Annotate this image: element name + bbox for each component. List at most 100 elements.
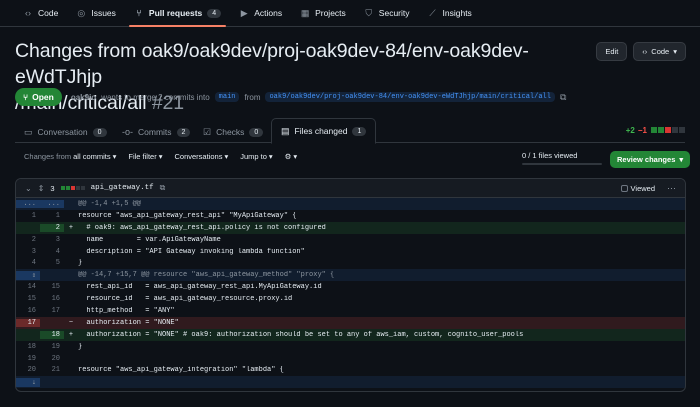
play-icon: ▶ [240, 7, 248, 18]
diff-line-row: 14 15 rest_api_id = aws_api_gateway_rest_… [16, 281, 685, 293]
diff-line-row: 18 19} [16, 341, 685, 353]
old-line-number[interactable]: 4 [16, 259, 40, 267]
changes-count: 3 [50, 183, 55, 193]
copy-icon[interactable]: ⧉ [560, 92, 566, 103]
header-actions: Edit ‹› Code ▾ [596, 42, 686, 61]
diff-toolbar: Changes from all commits ▾ File filter ▾ C… [24, 152, 297, 161]
chevron-down-icon: ▾ [158, 152, 163, 161]
code-line: } [78, 259, 83, 268]
viewed-checkbox[interactable]: Viewed [620, 184, 655, 193]
nav-insights[interactable]: ⟋ Insights [419, 0, 481, 26]
code-line: description = "API Gateway invoking lamb… [78, 247, 305, 256]
new-line-number[interactable]: 21 [40, 366, 64, 374]
old-line-number[interactable]: 1 [16, 212, 40, 220]
nav-issues[interactable]: ◎ Issues [67, 0, 125, 26]
shield-icon: ⛉ [365, 7, 373, 18]
new-line-number[interactable]: 20 [40, 355, 64, 363]
diffstat-bars [650, 126, 685, 135]
new-line-number[interactable]: 15 [40, 283, 64, 291]
old-line-number[interactable]: 18 [16, 343, 40, 351]
old-line-number[interactable]: 16 [16, 307, 40, 315]
diff-line-row: 23 name = var.ApiGatewayName [16, 234, 685, 246]
diff-lines: ...... @@ -1,4 +1,5 @@ 1 1 resource "aws_api… [16, 198, 685, 389]
file-diffstat-bars [60, 186, 85, 190]
new-line-number[interactable]: 4 [40, 248, 64, 256]
new-line-number[interactable]: 18 [40, 330, 64, 339]
new-line-number[interactable]: 5 [40, 259, 64, 267]
issue-icon: ◎ [77, 7, 86, 18]
nav-actions[interactable]: ▶ Actions [230, 0, 291, 26]
changes-from-dropdown[interactable]: Changes from all commits ▾ [24, 152, 116, 161]
author-link[interactable]: oak9io [71, 93, 96, 102]
diff-line-row: 19 20 [16, 353, 685, 365]
new-line-number[interactable]: ... [40, 199, 64, 208]
review-changes-button[interactable]: Review changes ▾ [610, 151, 691, 168]
code-line: # oak9: aws_api_gateway_rest_api.policy … [78, 223, 326, 232]
nav-pull-requests[interactable]: ⑂ Pull requests 4 [125, 0, 230, 27]
conversations-dropdown[interactable]: Conversations ▾ [175, 152, 229, 161]
code-line: name = var.ApiGatewayName [78, 235, 221, 244]
old-line-number[interactable]: 17 [16, 318, 40, 327]
new-line-number[interactable]: 1 [40, 212, 64, 220]
code-line: @@ -14,7 +15,7 @@ resource "aws_api_gate… [78, 271, 335, 280]
nav-security[interactable]: ⛉ Security [355, 0, 419, 26]
tab-commits[interactable]: -o- Commits 2 [113, 120, 199, 144]
copy-icon[interactable]: ⧉ [160, 183, 166, 193]
code-line: @@ -1,4 +1,5 @@ [78, 199, 142, 208]
settings-dropdown[interactable]: ⚙ ▾ [285, 152, 298, 161]
edit-button[interactable]: Edit [596, 42, 628, 61]
kebab-menu-icon[interactable]: ⋯ [667, 183, 676, 194]
new-line-number[interactable]: 16 [40, 295, 64, 303]
file-diff-icon: ▤ [281, 125, 290, 136]
old-line-number[interactable]: 3 [16, 248, 40, 256]
code-line: resource "aws_api_gateway_rest_api" "MyA… [78, 211, 297, 220]
tab-conversation[interactable]: ▭ Conversation 0 [15, 120, 116, 144]
code-dropdown-button[interactable]: ‹› Code ▾ [633, 42, 686, 61]
hunk-header-row[interactable]: ⇣ [16, 376, 685, 389]
base-branch[interactable]: main [214, 92, 240, 102]
chevron-down-icon: ▾ [679, 155, 684, 164]
old-line-number[interactable]: 15 [16, 295, 40, 303]
file-name[interactable]: api_gateway.tf [91, 184, 154, 192]
new-line-number[interactable]: 3 [40, 236, 64, 244]
expand-icon[interactable]: ... [16, 199, 40, 208]
file-header: ⌄ ⇕ 3 api_gateway.tf ⧉ Viewed ⋯ [16, 179, 685, 198]
tab-files-changed[interactable]: ▤ Files changed 1 [271, 118, 377, 144]
nav-projects[interactable]: ▦ Projects [291, 0, 355, 26]
old-line-number[interactable]: 14 [16, 283, 40, 291]
jump-to-dropdown[interactable]: Jump to ▾ [240, 152, 272, 161]
old-line-number[interactable]: 20 [16, 366, 40, 374]
diff-sign: + [68, 223, 74, 232]
chevron-down-icon: ▾ [673, 47, 677, 56]
new-line-number[interactable]: 17 [40, 307, 64, 315]
table-icon: ▦ [300, 7, 310, 18]
code-line: } [78, 342, 83, 351]
chevron-down-icon: ▾ [224, 152, 229, 161]
chevron-down-icon[interactable]: ⌄ [25, 184, 32, 193]
expand-all-icon[interactable]: ⇕ [38, 184, 45, 193]
new-line-number[interactable]: 19 [40, 343, 64, 351]
diff-line-row: 2 + # oak9: aws_api_gateway_rest_api.poli… [16, 221, 685, 234]
expand-icon[interactable]: ⇕ [16, 270, 40, 280]
hunk-header-row[interactable]: ...... @@ -1,4 +1,5 @@ [16, 198, 685, 210]
chevron-down-icon: ▾ [112, 152, 117, 161]
nav-code[interactable]: ‹› Code [14, 0, 67, 26]
code-line: rest_api_id = aws_api_gateway_rest_api.M… [78, 283, 322, 292]
gear-icon: ⚙ [284, 152, 292, 161]
diff-line-row: 15 16 resource_id = aws_api_gateway_resou… [16, 293, 685, 305]
old-line-number[interactable]: 2 [16, 236, 40, 244]
old-line-number[interactable]: 19 [16, 355, 40, 363]
status-badge: ⑂ Open [15, 88, 62, 106]
pull-requests-count: 4 [207, 8, 222, 18]
diff-line-row: 34 description = "API Gateway invoking l… [16, 246, 685, 258]
code-line: http_method = "ANY" [78, 306, 175, 315]
hunk-header-row[interactable]: ⇕ @@ -14,7 +15,7 @@ resource "aws_api_gat… [16, 269, 685, 282]
diff-line-row: 1 1 resource "aws_api_gateway_rest_api" "M… [16, 210, 685, 222]
tab-checks[interactable]: ☑ Checks 0 [194, 120, 272, 144]
diff-line-row: 4 5} [16, 257, 685, 269]
new-line-number[interactable]: 2 [40, 223, 64, 232]
expand-icon[interactable]: ⇣ [16, 377, 40, 387]
head-branch[interactable]: oak9/oak9dev/proj-oak9dev-84/env-oak9dev… [265, 92, 555, 102]
files-viewed-progress [522, 163, 602, 165]
file-filter-dropdown[interactable]: File filter ▾ [128, 152, 162, 161]
